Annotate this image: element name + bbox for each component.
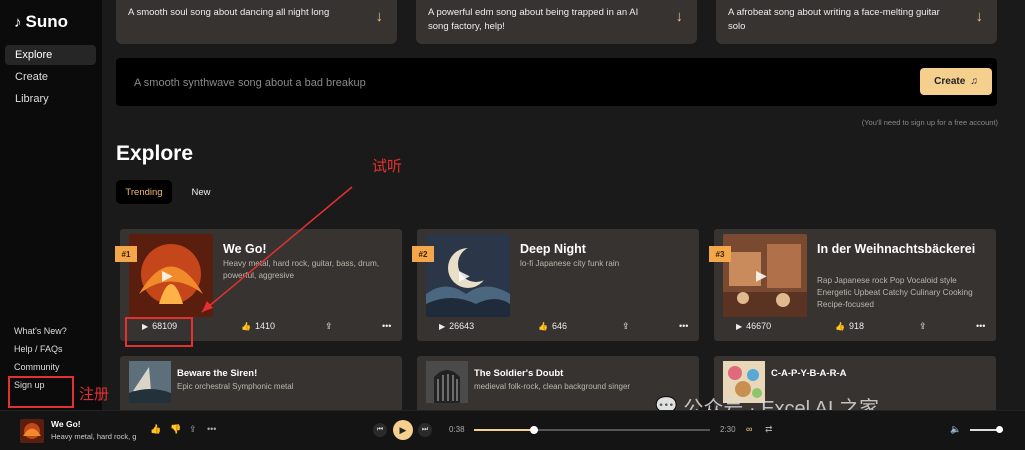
shuffle-icon[interactable]: ⇄ <box>765 424 773 435</box>
total-time: 2:30 <box>720 425 736 434</box>
thumbs-up-icon[interactable]: 👍 <box>150 424 161 435</box>
rank-badge: #2 <box>412 246 434 262</box>
annotation-arrow <box>201 186 353 313</box>
volume-handle[interactable] <box>996 426 1003 433</box>
seek-handle[interactable] <box>530 426 538 434</box>
now-playing-title[interactable]: We Go! <box>51 419 81 429</box>
previous-track-button[interactable]: ⏮ <box>373 423 387 437</box>
share-icon[interactable]: ⇪ <box>189 424 197 435</box>
rank-badge: #1 <box>115 246 137 262</box>
seek-bar[interactable] <box>474 426 710 434</box>
play-icon[interactable]: ▶ <box>756 267 767 284</box>
now-playing-desc: Heavy metal, hard rock, g <box>51 432 137 441</box>
player-bar: We Go! Heavy metal, hard rock, g 👍 👎 ⇪ •… <box>0 410 1025 450</box>
rank-badge: #3 <box>709 246 731 262</box>
play-icon[interactable]: ▶ <box>459 267 470 284</box>
current-time: 0:38 <box>449 425 465 434</box>
listen-annotation: 试听 <box>372 158 403 175</box>
play-icon[interactable]: ▶ <box>162 267 173 284</box>
loop-icon[interactable]: ∞ <box>746 424 752 434</box>
now-playing-cover[interactable] <box>20 419 44 443</box>
thumbs-down-icon[interactable]: 👎 <box>170 424 181 435</box>
signup-highlight-box <box>8 376 74 408</box>
next-track-button[interactable]: ⏭ <box>418 423 432 437</box>
play-pause-button[interactable]: ▶ <box>393 420 413 440</box>
volume-icon[interactable]: 🔈 <box>950 424 961 435</box>
signup-annotation: 注册 <box>79 386 110 403</box>
seek-progress <box>474 429 534 431</box>
more-options-icon[interactable]: ••• <box>207 424 216 434</box>
volume-slider[interactable] <box>970 426 1003 433</box>
